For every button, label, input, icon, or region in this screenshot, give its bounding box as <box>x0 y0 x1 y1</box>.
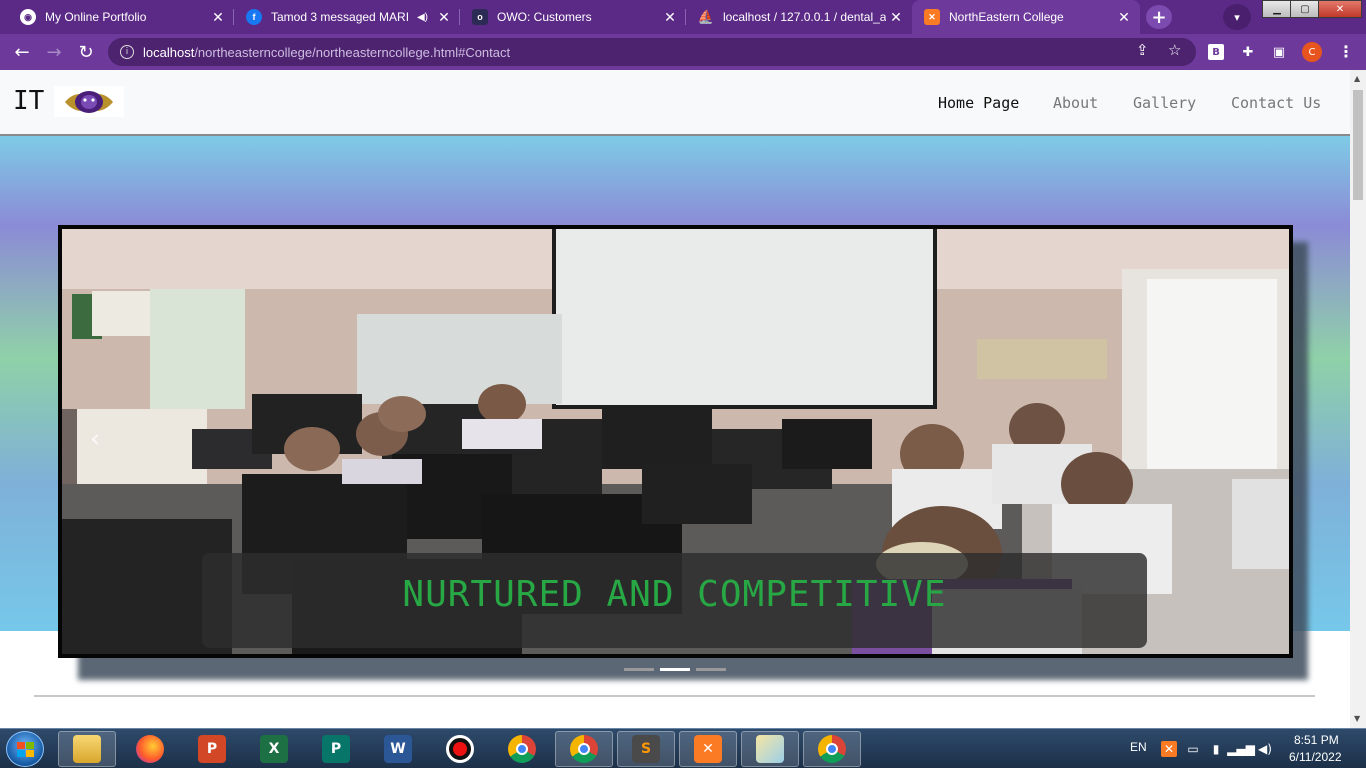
nav-about[interactable]: About <box>1053 94 1098 112</box>
taskbar-excel[interactable]: X <box>245 731 303 767</box>
windows-taskbar: P X P W S ✕ EN ✕ ▭ ▮ ▂▄▆ ◀) 8:51 PM 6/11… <box>0 728 1366 768</box>
firefox-icon <box>136 735 164 763</box>
tab-my-online-portfolio[interactable]: ◉ My Online Portfolio ✕ <box>8 0 234 34</box>
taskbar-word[interactable]: W <box>369 731 427 767</box>
site-brand[interactable]: IT <box>13 86 44 116</box>
powerpoint-icon: P <box>198 735 226 763</box>
taskbar-chrome[interactable] <box>493 731 551 767</box>
carousel-indicator-3[interactable] <box>696 668 726 671</box>
side-panel-icon[interactable]: ▣ <box>1271 44 1287 60</box>
reload-icon[interactable]: ↻ <box>74 40 98 64</box>
college-logo[interactable] <box>54 86 124 117</box>
extensions-puzzle-icon[interactable]: ✚ <box>1240 44 1256 60</box>
minimize-button[interactable]: ▁ <box>1262 0 1292 18</box>
tab-owo-customers[interactable]: o OWO: Customers ✕ <box>460 0 686 34</box>
new-tab-button[interactable]: + <box>1146 5 1172 29</box>
paint-icon <box>756 735 784 763</box>
tab-phpmyadmin[interactable]: ⛵ localhost / 127.0.0.1 / dental_a ✕ <box>686 0 912 34</box>
page-scrollbar[interactable]: ▲ ▼ <box>1350 70 1366 728</box>
xampp-tray-icon[interactable]: ✕ <box>1161 741 1177 757</box>
close-icon[interactable]: ✕ <box>886 9 906 26</box>
start-button[interactable] <box>6 731 44 767</box>
forward-arrow-icon[interactable]: → <box>42 40 66 64</box>
nav-contact-us[interactable]: Contact Us <box>1231 94 1321 112</box>
carousel-prev-chevron-icon[interactable]: ‹ <box>90 424 100 454</box>
taskbar-chrome-alt[interactable] <box>803 731 861 767</box>
scroll-down-arrow-icon[interactable]: ▼ <box>1354 714 1360 723</box>
browser-toolbar: ← → ↻ i localhost/northeasterncollege/no… <box>0 34 1366 70</box>
xampp-icon: ✕ <box>924 9 940 25</box>
excel-icon: X <box>260 735 288 763</box>
tab-search-chevron-icon[interactable]: ▾ <box>1223 4 1251 30</box>
recorder-icon <box>446 735 474 763</box>
language-indicator[interactable]: EN <box>1130 740 1147 754</box>
taskbar-firefox[interactable] <box>121 731 179 767</box>
url-path: /northeasterncollege/northeasterncollege… <box>194 44 511 60</box>
page-viewport: IT Home Page About Gallery Contact Us ‹ … <box>0 70 1350 728</box>
phpmyadmin-icon: ⛵ <box>697 9 715 24</box>
taskbar-file-explorer[interactable] <box>58 731 116 767</box>
extension-b-icon[interactable]: B <box>1208 44 1224 60</box>
owo-icon: o <box>472 9 488 25</box>
back-arrow-icon[interactable]: ← <box>10 40 34 64</box>
sublime-icon: S <box>632 735 660 763</box>
site-navbar: IT Home Page About Gallery Contact Us <box>0 70 1350 136</box>
close-icon[interactable]: ✕ <box>208 9 228 26</box>
clock-time[interactable]: 8:51 PM <box>1294 733 1339 747</box>
share-icon[interactable]: ⇪ <box>1136 41 1149 59</box>
maximize-button[interactable]: ▢ <box>1290 0 1320 18</box>
chrome-icon <box>508 735 536 763</box>
clock-date[interactable]: 6/11/2022 <box>1289 750 1342 764</box>
xampp-icon: ✕ <box>694 735 722 763</box>
facebook-icon: f <box>246 9 262 25</box>
section-divider <box>34 695 1315 697</box>
volume-icon[interactable]: ◀) <box>1257 741 1273 757</box>
usb-tray-icon[interactable]: ▮ <box>1208 741 1224 757</box>
carousel-indicator-1[interactable] <box>624 668 654 671</box>
tab-northeastern-college[interactable]: ✕ NorthEastern College ✕ <box>912 0 1140 34</box>
chrome-alt-icon <box>818 735 846 763</box>
url-host: localhost <box>143 44 195 60</box>
close-window-button[interactable]: ✕ <box>1318 0 1362 18</box>
site-info-icon[interactable]: i <box>120 45 134 59</box>
tab-facebook-messages[interactable]: f Tamod 3 messaged MARI ◀) ✕ <box>234 0 460 34</box>
network-signal-icon[interactable]: ▂▄▆ <box>1227 741 1255 757</box>
word-icon: W <box>384 735 412 763</box>
close-icon[interactable]: ✕ <box>1114 9 1134 26</box>
windows-logo-icon <box>17 742 34 757</box>
hero-section: ‹ NURTURED AND COMPETITIVE <box>0 136 1350 680</box>
browser-menu-icon[interactable]: ⋮ <box>1338 42 1354 61</box>
close-icon[interactable]: ✕ <box>434 9 454 26</box>
chrome-profile-icon <box>570 735 598 763</box>
taskbar-recorder[interactable] <box>431 731 489 767</box>
taskbar-chrome-profile[interactable] <box>555 731 613 767</box>
taskbar-publisher[interactable]: P <box>307 731 365 767</box>
taskbar-powerpoint[interactable]: P <box>183 731 241 767</box>
profile-avatar[interactable]: C <box>1302 42 1322 62</box>
browser-tab-strip: ◉ My Online Portfolio ✕ f Tamod 3 messag… <box>0 0 1366 34</box>
file-explorer-icon <box>73 735 101 763</box>
taskbar-xampp[interactable]: ✕ <box>679 731 737 767</box>
carousel-indicator-2[interactable] <box>660 668 690 671</box>
nav-home-page[interactable]: Home Page <box>938 94 1019 112</box>
scrollbar-thumb[interactable] <box>1353 90 1363 200</box>
globe-icon: ◉ <box>20 9 36 25</box>
scroll-up-arrow-icon[interactable]: ▲ <box>1354 74 1360 83</box>
publisher-icon: P <box>322 735 350 763</box>
address-bar[interactable]: i localhost/northeasterncollege/northeas… <box>108 38 1196 66</box>
taskbar-paint[interactable] <box>741 731 799 767</box>
nav-gallery[interactable]: Gallery <box>1133 94 1196 112</box>
close-icon[interactable]: ✕ <box>660 9 680 26</box>
carousel-caption: NURTURED AND COMPETITIVE <box>402 574 947 615</box>
taskbar-sublime[interactable]: S <box>617 731 675 767</box>
bookmark-star-icon[interactable]: ☆ <box>1168 41 1181 59</box>
speaker-icon[interactable]: ◀) <box>417 12 428 23</box>
display-tray-icon[interactable]: ▭ <box>1185 741 1201 757</box>
